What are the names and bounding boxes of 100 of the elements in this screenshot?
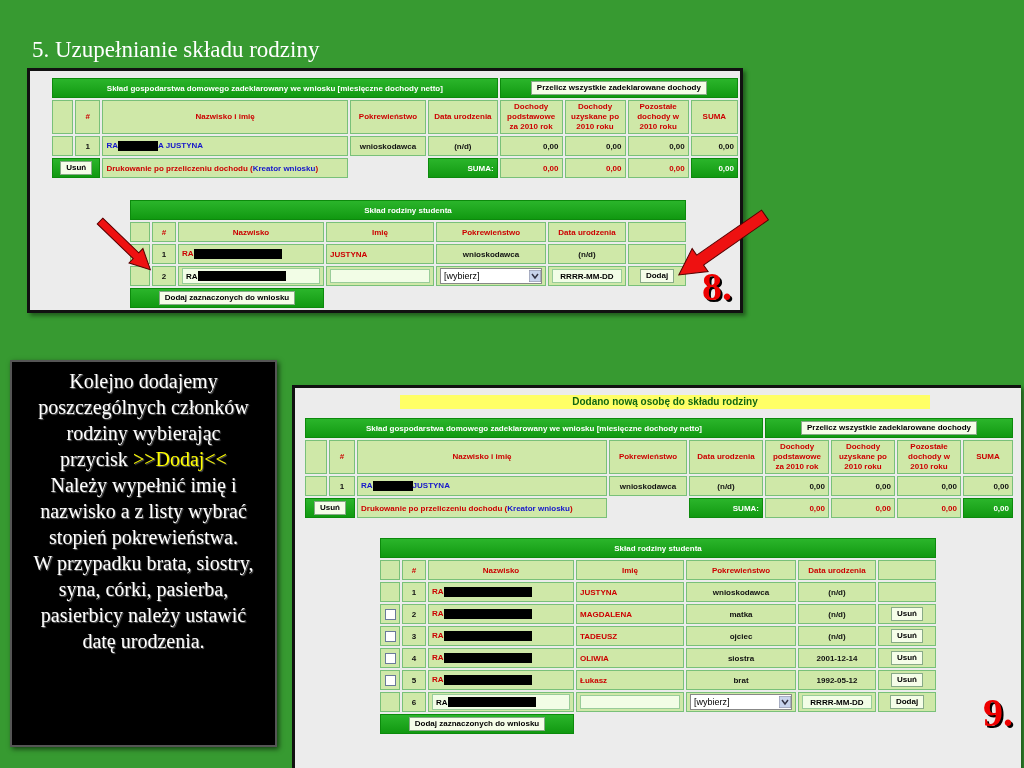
column-header: Data urodzenia <box>798 560 876 580</box>
table-cell: wnioskodawca <box>349 136 427 156</box>
table-cell: 0,00 <box>897 498 961 518</box>
table-cell: 0,00 <box>831 498 895 518</box>
table-cell: 0,00 <box>499 136 563 156</box>
surname-field[interactable]: RA <box>182 268 320 284</box>
delete-button[interactable]: Usuń <box>314 501 346 515</box>
column-header: # <box>402 560 426 580</box>
table-cell: 0,00 <box>831 476 895 496</box>
surname-text: RA <box>182 249 194 259</box>
table-title: Skład rodziny studenta <box>380 538 936 558</box>
table-cell: 6 <box>402 692 426 712</box>
column-header: Imię <box>326 222 434 242</box>
column-header: Pokrewieństwo <box>436 222 546 242</box>
table-cell: (n/d) <box>798 604 876 624</box>
dropdown-icon <box>529 270 541 282</box>
table-cell <box>380 582 400 602</box>
date-field[interactable]: RRRR-MM-DD <box>552 269 622 283</box>
delete-button[interactable]: Usuń <box>60 161 93 175</box>
instruction-text: W przypadku brata, siostry, syna, córki, pasierba, pasierbicy należy ustawić datę urodzenia. <box>32 551 255 654</box>
table-cell: (n/d) <box>548 244 626 264</box>
table-cell: brat <box>686 670 796 690</box>
table-cell <box>52 136 74 156</box>
table-cell: 0,00 <box>627 136 689 156</box>
column-header <box>130 222 150 242</box>
column-header: Dochody uzyskane po 2010 roku <box>564 100 626 134</box>
table-cell: 0,00 <box>963 476 1013 496</box>
table-cell: 4 <box>402 648 426 668</box>
table-cell: (n/d) <box>428 136 498 156</box>
step-number: 9. <box>983 689 1013 736</box>
table-cell: JUSTYNA <box>326 244 434 264</box>
column-header: Pokrewieństwo <box>609 440 687 474</box>
recalculate-button[interactable]: Przelicz wszystkie zadeklarowane dochody <box>800 421 978 435</box>
table-title: Skład gospodarstwa domowego zadeklarowany we wniosku [miesięczne dochody netto] <box>52 78 498 98</box>
date-field[interactable]: RRRR-MM-DD <box>802 695 872 709</box>
column-header: Pozostałe dochody w 2010 roku <box>897 440 961 474</box>
table-cell: 2 <box>152 266 176 286</box>
column-header: Pozostałe dochody w 2010 roku <box>627 100 689 134</box>
table-title: Skład gospodarstwa domowego zadeklarowany we wniosku [miesięczne dochody netto] <box>305 418 763 438</box>
column-header: Dochody uzyskane po 2010 roku <box>831 440 895 474</box>
add-selected-button[interactable]: Dodaj zaznaczonych do wniosku <box>158 291 296 305</box>
column-header: Data urodzenia <box>548 222 626 242</box>
column-header <box>305 440 327 474</box>
slide-title: 5. Uzupełnianie składu rodziny <box>32 36 320 64</box>
recalculate-button[interactable]: Przelicz wszystkie zadeklarowane dochody <box>530 81 707 95</box>
table-cell: (n/d) <box>798 626 876 646</box>
table-cell: TADEUSZ <box>576 626 684 646</box>
surname-text: RA <box>436 697 448 707</box>
column-header: Data urodzenia <box>428 100 498 134</box>
column-header: # <box>152 222 176 242</box>
redaction-bar <box>118 141 159 151</box>
delete-button[interactable]: Usuń <box>891 629 923 643</box>
redaction-bar <box>372 481 413 491</box>
print-text: Drukowanie po przeliczeniu dochodu (Kreator wniosku) <box>106 163 319 173</box>
surname-text: RA <box>432 631 444 641</box>
delete-button[interactable]: Usuń <box>891 673 923 687</box>
table-cell <box>380 692 400 712</box>
table-cell: 5 <box>402 670 426 690</box>
delete-button[interactable]: Usuń <box>891 651 923 665</box>
add-button[interactable]: Dodaj <box>889 695 925 709</box>
column-header: Imię <box>576 560 684 580</box>
table-cell: 2001-12-14 <box>798 648 876 668</box>
wizard-link[interactable]: Kreator wniosku <box>507 503 570 513</box>
table-cell: 0,00 <box>765 476 829 496</box>
column-header: # <box>329 440 355 474</box>
relation-select[interactable]: [wybierz] <box>440 268 542 284</box>
select-text: [wybierz] <box>694 697 730 707</box>
table-cell: 0,00 <box>564 136 626 156</box>
column-header: Dochody podstawowe za 2010 rok <box>499 100 563 134</box>
surname-text: RA <box>432 653 444 663</box>
table-cell: MAGDALENA <box>576 604 684 624</box>
table-cell: 0,00 <box>564 158 626 178</box>
delete-button[interactable]: Usuń <box>891 607 923 621</box>
instruction-text: Kolejno dodajemy poszczególnych członków rodziny wybierając przycisk >>Dodaj<< Należy wypełnić imię i nazwisko a z listy wybrać stopień pokrewieństwa. <box>37 369 250 550</box>
column-header: Data urodzenia <box>689 440 763 474</box>
table-title: Skład rodziny studenta <box>130 200 686 220</box>
table-cell: wnioskodawca <box>686 582 796 602</box>
table-cell <box>130 266 150 286</box>
table-cell: ojciec <box>686 626 796 646</box>
column-header: SUMA <box>690 100 738 134</box>
table-cell: 1 <box>402 582 426 602</box>
name-text: RA <box>361 481 373 491</box>
surname-text: RA <box>432 587 444 597</box>
table-cell: 2 <box>402 604 426 624</box>
surname-field[interactable]: RA <box>432 694 570 710</box>
add-button[interactable]: Dodaj <box>639 269 675 283</box>
table-cell: matka <box>686 604 796 624</box>
table-cell: 1 <box>329 476 355 496</box>
table-cell <box>628 244 686 264</box>
table-cell <box>305 476 327 496</box>
column-header: Pokrewieństwo <box>349 100 427 134</box>
name-text: JUSTYNA <box>412 481 450 491</box>
column-header: Nazwisko <box>428 560 574 580</box>
add-selected-button[interactable]: Dodaj zaznaczonych do wniosku <box>408 717 546 731</box>
table-cell: Łukasz <box>576 670 684 690</box>
table-cell <box>878 582 936 602</box>
column-header <box>878 560 936 580</box>
column-header: Nazwisko i imię <box>102 100 348 134</box>
relation-select[interactable]: [wybierz] <box>690 694 792 710</box>
table-cell: wnioskodawca <box>436 244 546 264</box>
